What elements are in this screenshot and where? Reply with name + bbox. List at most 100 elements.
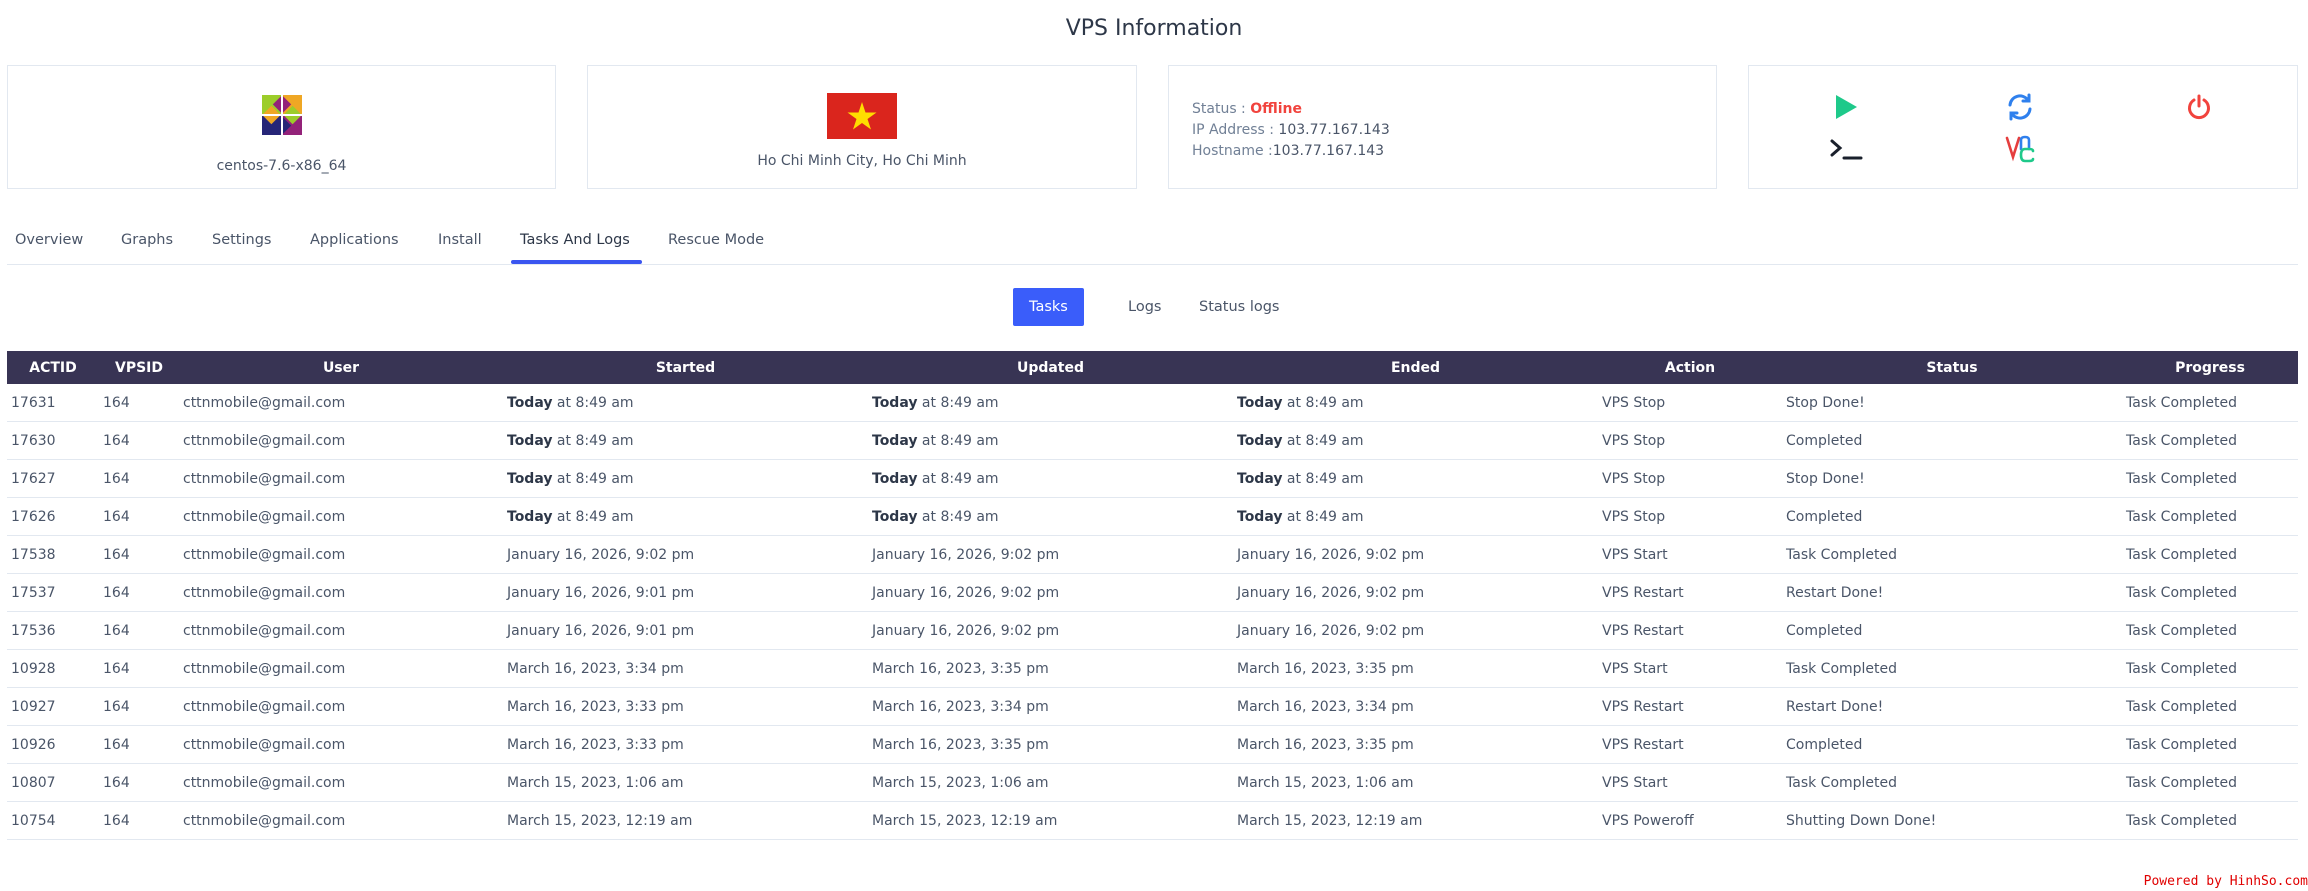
terminal-icon — [1830, 139, 1863, 160]
cell-action: VPS Start — [1598, 763, 1782, 802]
relative-day: Today — [872, 470, 918, 487]
cell-vpsid: 164 — [99, 763, 179, 802]
cell-actid: 10928 — [7, 649, 99, 688]
cell-progress: Task Completed — [2122, 649, 2298, 688]
vietnam-flag-icon — [827, 93, 897, 139]
cell-action: VPS Start — [1598, 649, 1782, 688]
cell-updated: January 16, 2026, 9:02 pm — [868, 573, 1233, 612]
vnc-button[interactable] — [2003, 132, 2037, 166]
col-ended: Ended — [1390, 359, 1441, 376]
cell-started: January 16, 2026, 9:01 pm — [503, 611, 868, 650]
relative-day: Today — [1237, 508, 1283, 525]
cell-updated: Today at 8:49 am — [868, 421, 1233, 460]
cell-user: cttnmobile@gmail.com — [179, 687, 503, 726]
col-action: Action — [1664, 359, 1716, 376]
console-button[interactable] — [1829, 132, 1863, 166]
relative-day: Today — [1237, 394, 1283, 411]
active-tab-indicator — [511, 260, 642, 264]
cell-progress: Task Completed — [2122, 497, 2298, 536]
cell-action: VPS Stop — [1598, 421, 1782, 460]
cell-user: cttnmobile@gmail.com — [179, 459, 503, 498]
cell-ended: Today at 8:49 am — [1233, 384, 1598, 422]
cell-started: March 15, 2023, 12:19 am — [503, 801, 868, 840]
tab-overview[interactable]: Overview — [15, 232, 83, 248]
tab-tasks-and-logs[interactable]: Tasks And Logs — [520, 232, 630, 248]
table-row: 17630 164 cttnmobile@gmail.com Today at 8:4… — [7, 421, 2298, 460]
cell-action: VPS Stop — [1598, 497, 1782, 536]
status-line: Status : Offline — [1192, 99, 1716, 120]
hostname-label: Hostname : — [1192, 143, 1273, 159]
cell-actid: 17630 — [7, 421, 99, 460]
cell-user: cttnmobile@gmail.com — [179, 497, 503, 536]
cell-progress: Task Completed — [2122, 384, 2298, 422]
cell-action: VPS Stop — [1598, 384, 1782, 422]
cell-vpsid: 164 — [99, 459, 179, 498]
table-row: 10926 164 cttnmobile@gmail.com March 16, 20… — [7, 725, 2298, 764]
cell-user: cttnmobile@gmail.com — [179, 763, 503, 802]
cell-updated: Today at 8:49 am — [868, 384, 1233, 422]
cell-status: Task Completed — [1782, 535, 2122, 574]
cell-vpsid: 164 — [99, 649, 179, 688]
cell-actid: 17631 — [7, 384, 99, 422]
cell-progress: Task Completed — [2122, 801, 2298, 840]
cell-ended: March 15, 2023, 12:19 am — [1233, 801, 1598, 840]
cell-updated: January 16, 2026, 9:02 pm — [868, 535, 1233, 574]
table-row: 10754 164 cttnmobile@gmail.com March 15, 20… — [7, 801, 2298, 840]
subtab-status-logs[interactable]: Status logs — [1183, 288, 1295, 326]
cell-ended: March 16, 2023, 3:34 pm — [1233, 687, 1598, 726]
cell-progress: Task Completed — [2122, 535, 2298, 574]
cell-action: VPS Stop — [1598, 459, 1782, 498]
cell-progress: Task Completed — [2122, 687, 2298, 726]
cell-ended: March 16, 2023, 3:35 pm — [1233, 649, 1598, 688]
tab-applications[interactable]: Applications — [310, 232, 399, 248]
cell-user: cttnmobile@gmail.com — [179, 384, 503, 422]
cell-started: January 16, 2026, 9:02 pm — [503, 535, 868, 574]
ip-line: IP Address : 103.77.167.143 — [1192, 120, 1716, 141]
page-title: VPS Information — [1065, 16, 1243, 41]
relative-day: Today — [507, 394, 553, 411]
cell-vpsid: 164 — [99, 497, 179, 536]
cell-ended: January 16, 2026, 9:02 pm — [1233, 611, 1598, 650]
cell-progress: Task Completed — [2122, 763, 2298, 802]
cell-status: Stop Done! — [1782, 384, 2122, 422]
cell-status: Task Completed — [1782, 649, 2122, 688]
ip-value: 103.77.167.143 — [1278, 122, 1390, 138]
cell-vpsid: 164 — [99, 384, 179, 422]
poweroff-button[interactable] — [2182, 90, 2216, 124]
cell-started: March 15, 2023, 1:06 am — [503, 763, 868, 802]
cell-vpsid: 164 — [99, 535, 179, 574]
subtab-tasks[interactable]: Tasks — [1013, 288, 1084, 326]
cell-started: March 16, 2023, 3:33 pm — [503, 725, 868, 764]
cell-ended: January 16, 2026, 9:02 pm — [1233, 573, 1598, 612]
cell-user: cttnmobile@gmail.com — [179, 611, 503, 650]
table-row: 17631 164 cttnmobile@gmail.com Today at 8:4… — [7, 384, 2298, 422]
table-header-row: ACTID VPSID User Started Updated Ended A… — [7, 351, 2298, 384]
status-card: Status : Offline IP Address : 103.77.167… — [1168, 65, 1717, 189]
relative-day: Today — [872, 394, 918, 411]
subtab-logs[interactable]: Logs — [1112, 288, 1177, 326]
tab-graphs[interactable]: Graphs — [121, 232, 173, 248]
cell-vpsid: 164 — [99, 421, 179, 460]
cell-actid: 17538 — [7, 535, 99, 574]
tab-install[interactable]: Install — [438, 232, 482, 248]
start-button[interactable] — [1829, 90, 1863, 124]
restart-button[interactable] — [2003, 90, 2037, 124]
cell-actid: 10807 — [7, 763, 99, 802]
cell-status: Completed — [1782, 611, 2122, 650]
table-row: 17536 164 cttnmobile@gmail.com January 16, … — [7, 611, 2298, 650]
cell-progress: Task Completed — [2122, 421, 2298, 460]
cell-ended: Today at 8:49 am — [1233, 459, 1598, 498]
relative-day: Today — [1237, 470, 1283, 487]
relative-day: Today — [507, 508, 553, 525]
cell-status: Stop Done! — [1782, 459, 2122, 498]
tab-settings[interactable]: Settings — [212, 232, 271, 248]
cell-vpsid: 164 — [99, 611, 179, 650]
cell-action: VPS Restart — [1598, 573, 1782, 612]
col-started: Started — [655, 359, 716, 376]
cell-started: January 16, 2026, 9:01 pm — [503, 573, 868, 612]
cell-status: Completed — [1782, 421, 2122, 460]
tab-rescue-mode[interactable]: Rescue Mode — [668, 232, 764, 248]
cell-user: cttnmobile@gmail.com — [179, 725, 503, 764]
cell-updated: March 15, 2023, 1:06 am — [868, 763, 1233, 802]
location-name: Ho Chi Minh City, Ho Chi Minh — [757, 153, 967, 169]
